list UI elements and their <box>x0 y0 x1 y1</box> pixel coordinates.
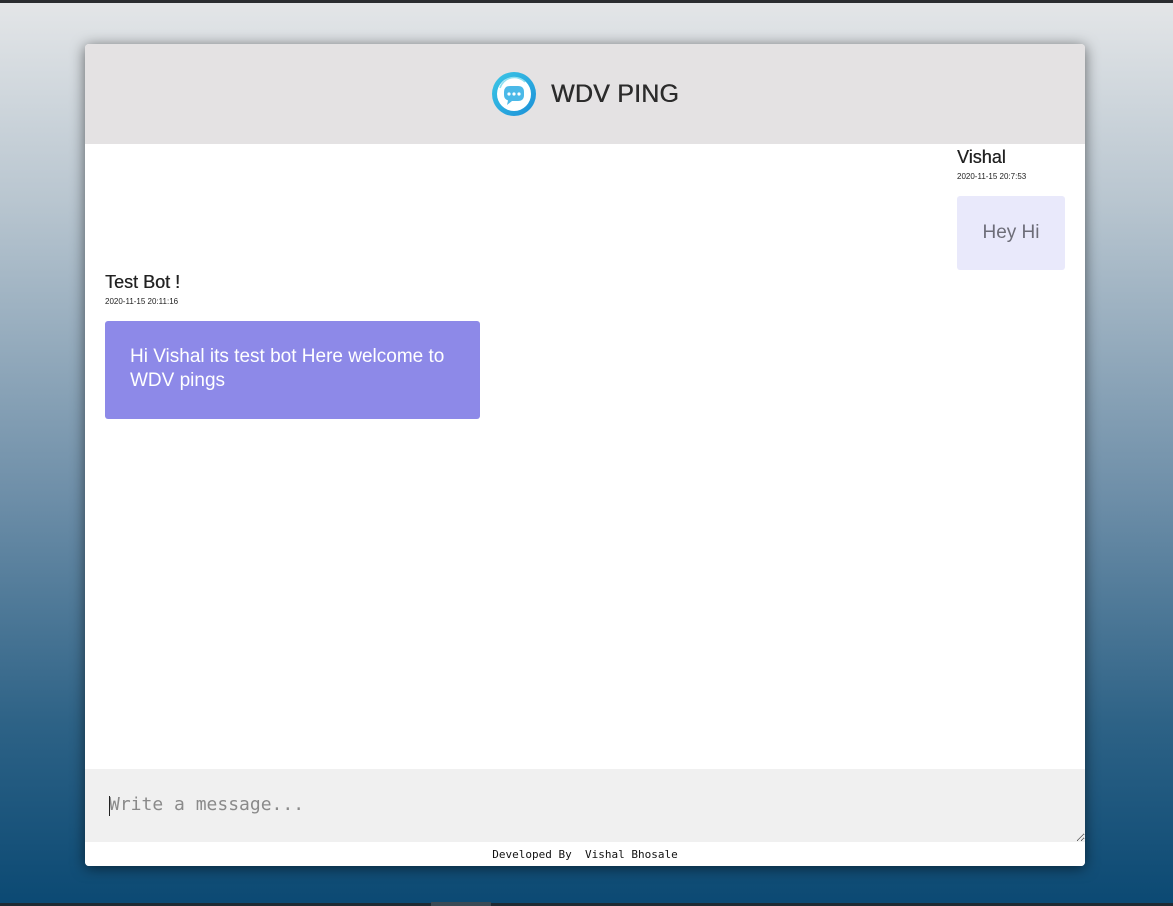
message-received: Test Bot ! 2020-11-15 20:11:16 Hi Vishal… <box>105 269 485 419</box>
message-list: Vishal 2020-11-15 20:7:53 Hey Hi Test Bo… <box>85 144 1085 769</box>
app-title: WDV PING <box>551 79 679 108</box>
chat-window: WDV PING Vishal 2020-11-15 20:7:53 Hey H… <box>85 44 1085 866</box>
message-bubble: Hi Vishal its test bot Here welcome to W… <box>105 321 480 419</box>
message-timestamp: 2020-11-15 20:11:16 <box>105 297 179 306</box>
text-caret <box>109 796 110 816</box>
footer-credit-label: Developed By <box>492 848 579 861</box>
message-bubble: Hey Hi <box>957 196 1065 270</box>
chat-header: WDV PING <box>85 44 1085 144</box>
chat-bubble-icon <box>492 72 536 116</box>
sender-name: Test Bot ! <box>105 272 181 292</box>
sender-name: Vishal <box>957 147 1006 167</box>
message-timestamp: 2020-11-15 20:7:53 <box>957 172 1027 181</box>
message-composer <box>85 769 1085 842</box>
footer-author: Vishal Bhosale <box>585 848 678 861</box>
footer: Developed By Vishal Bhosale <box>85 842 1085 866</box>
top-edge <box>0 0 1173 3</box>
message-input[interactable] <box>85 769 1085 842</box>
bottom-notch <box>431 902 491 906</box>
message-sent: Vishal 2020-11-15 20:7:53 Hey Hi <box>957 144 1065 270</box>
